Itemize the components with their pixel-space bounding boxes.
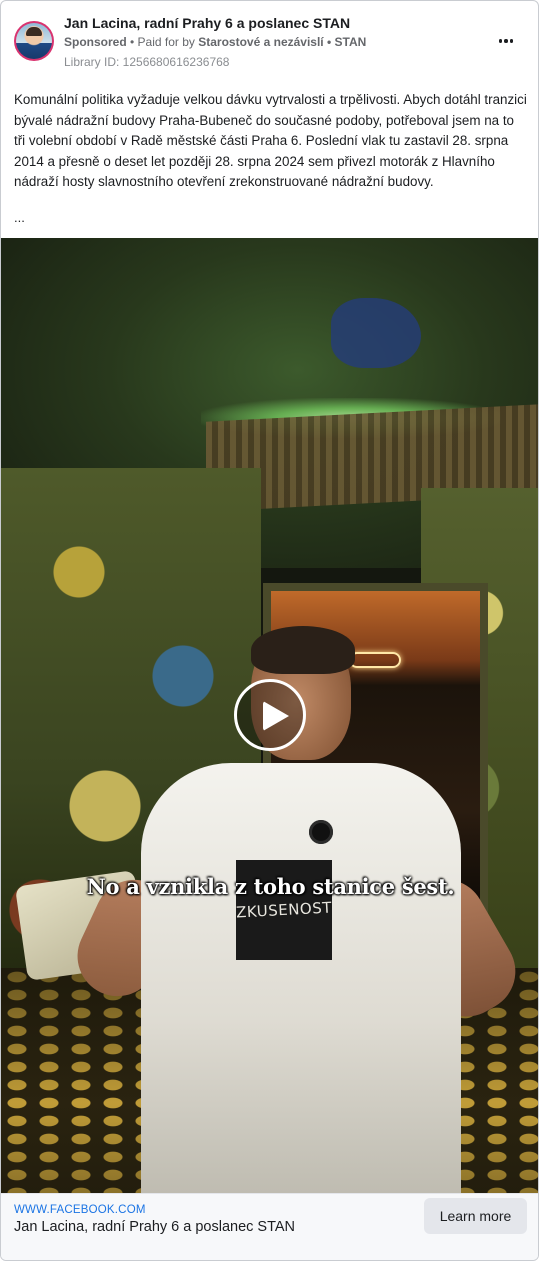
avatar[interactable] xyxy=(14,21,54,61)
video-subtitle: No a vznikla z toho stanice šest. xyxy=(86,874,455,899)
link-domain[interactable]: WWW.FACEBOOK.COM xyxy=(14,1204,146,1216)
meta-separator: • xyxy=(126,35,138,49)
more-horizontal-icon xyxy=(498,39,503,43)
learn-more-button[interactable]: Learn more xyxy=(424,1198,527,1234)
avatar-image xyxy=(16,23,52,59)
sponsored-line: Sponsored • Paid for by Starostové a nez… xyxy=(64,35,366,49)
payer-name[interactable]: Starostové a nezávislí • STAN xyxy=(198,35,366,49)
lapel-mic xyxy=(309,820,333,844)
more-horizontal-icon-dot xyxy=(504,39,508,43)
link-footer[interactable]: WWW.FACEBOOK.COM Jan Lacina, radní Prahy… xyxy=(1,1193,538,1260)
more-horizontal-icon-dot xyxy=(509,39,514,43)
more-options-button[interactable] xyxy=(494,29,518,53)
person-shirt xyxy=(141,763,461,1193)
shirt-text: ZKUSENOST xyxy=(235,898,333,922)
sponsored-label: Sponsored xyxy=(64,35,127,49)
link-title[interactable]: Jan Lacina, radní Prahy 6 a poslanec STA… xyxy=(14,1219,295,1235)
ad-card: Jan Lacina, radní Prahy 6 a poslanec STA… xyxy=(0,0,539,1261)
ad-body-text: Komunální politika vyžaduje velkou dávku… xyxy=(14,92,527,190)
page-name[interactable]: Jan Lacina, radní Prahy 6 a poslanec STA… xyxy=(64,15,350,31)
play-icon xyxy=(263,701,289,731)
ad-header: Jan Lacina, radní Prahy 6 a poslanec STA… xyxy=(1,1,538,81)
play-button[interactable] xyxy=(234,679,306,751)
library-id: Library ID: 1256680616236768 xyxy=(64,55,230,69)
neon-sign xyxy=(349,652,401,668)
paid-for-prefix: Paid for by xyxy=(137,35,199,49)
person-hair xyxy=(251,626,355,674)
video-player[interactable]: ZKUSENOST No a vznikla z toho stanice še… xyxy=(1,238,538,1193)
see-more-ellipsis[interactable]: ... xyxy=(14,210,25,225)
